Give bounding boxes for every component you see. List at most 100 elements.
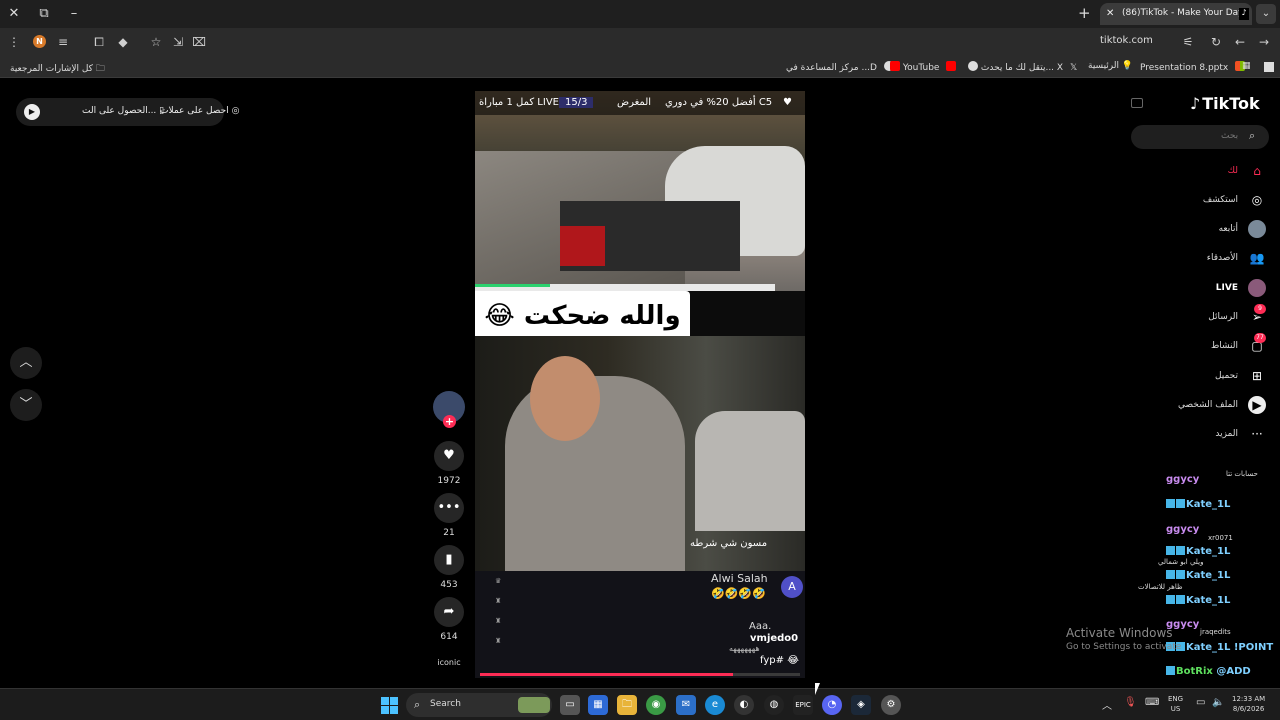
close-tab-icon[interactable]: ✕ (1106, 8, 1114, 19)
profile-avatar[interactable]: N (33, 35, 46, 48)
outlook-icon[interactable]: ✉ (676, 695, 696, 715)
like-button[interactable]: ♥ (434, 441, 464, 471)
search-placeholder: بحث (1221, 131, 1239, 141)
sidebar-item-more[interactable]: المزيد ··· (1130, 423, 1270, 447)
video-username[interactable]: vmjedo0 (750, 633, 798, 644)
address-bar[interactable]: tiktok.com (1100, 35, 1153, 46)
get-coins-link[interactable]: احصل على عملات ◎ (160, 106, 239, 116)
microphone-icon[interactable]: 🎙 (1124, 697, 1137, 708)
tab-search-icon[interactable]: ⌄ (1256, 4, 1276, 24)
compass-icon: ◎ (1251, 193, 1263, 207)
minimize-window-icon[interactable]: – (64, 4, 84, 24)
next-video-button[interactable]: ﹀ (10, 389, 42, 421)
sidebar-item-messages[interactable]: الرسائل ➢ 9 (1130, 304, 1270, 330)
translate-icon[interactable]: ⌧ (191, 34, 207, 50)
bulb-icon: 💡 (1121, 61, 1134, 71)
language-indicator[interactable]: ENG US (1168, 694, 1183, 714)
taskbar-search[interactable]: ⌕ Search (406, 693, 552, 717)
reading-list-icon[interactable]: ≡ (55, 34, 71, 50)
taskbar-clock[interactable]: 12:33 AM 8/6/2026 (1232, 694, 1265, 714)
sidebar-item-explore[interactable]: استكشف ◎ (1130, 189, 1270, 213)
extension-diamond-icon[interactable]: ◆ (115, 34, 131, 50)
tab-title: (86)TikTok - Make Your Day (1122, 8, 1244, 18)
chrome-icon[interactable]: ◉ (646, 695, 666, 715)
task-view-icon[interactable]: ▭ (560, 695, 580, 715)
follow-button[interactable]: + (443, 415, 456, 428)
globe-icon (968, 61, 978, 71)
settings-gear-icon[interactable]: ⚙ (881, 695, 901, 715)
sidebar-item-live[interactable]: LIVE (1130, 277, 1270, 301)
comment-button[interactable]: ••• (434, 493, 464, 523)
chat-row: Kate_1L (1166, 546, 1230, 557)
sound-label[interactable]: iconic (430, 658, 468, 667)
extensions-icon[interactable]: ⧠ (91, 34, 107, 50)
start-button[interactable] (381, 697, 398, 714)
forward-icon[interactable]: ← (1232, 34, 1248, 50)
chevron-down-icon: ﹀ (19, 397, 33, 412)
edge-icon[interactable]: e (705, 695, 725, 715)
share-icon: ➦ (443, 604, 455, 619)
search-highlight-image (518, 697, 550, 713)
sidebar-item-profile[interactable]: الملف الشخصي ▶ (1130, 394, 1270, 418)
profile-icon: ▶ (1248, 396, 1266, 414)
activity-badge: 77 (1254, 333, 1266, 343)
video-player[interactable]: كمل 1 مباراة LIVE 15/3 المغرض أفضل 20% ف… (475, 91, 805, 678)
sidebar-item-for-you[interactable]: لك ⌂ (1130, 160, 1270, 184)
epic-games-icon[interactable]: EPIC (793, 695, 813, 715)
sidebar-panel-icon[interactable] (1264, 62, 1274, 72)
tray-chevron-up-icon[interactable]: ︿ (1102, 697, 1112, 712)
tiktok-logo[interactable]: ♪ TikTok (1190, 94, 1260, 113)
get-app-link[interactable]: الحصول على الت... ▯ (82, 106, 164, 116)
browser-menu-icon[interactable]: ⋮ (6, 34, 22, 50)
silver-car (695, 411, 805, 531)
video-progress-bar[interactable] (480, 673, 800, 676)
close-window-icon[interactable]: ✕ (4, 4, 24, 24)
more-icon: ··· (1251, 427, 1263, 441)
bookmark-youtube[interactable]: YouTube (886, 61, 957, 73)
install-app-icon[interactable]: ⇲ (170, 34, 186, 50)
sidebar-item-friends[interactable]: الأصدقاء 👥 (1130, 247, 1270, 271)
steam-icon[interactable]: ◈ (851, 695, 871, 715)
bookmark-icon: ▮ (445, 552, 453, 567)
store-icon[interactable]: ▦ (588, 695, 608, 715)
bookmark-x[interactable]: يتقل لك ما يحدث... X 𝕏 (964, 61, 1077, 73)
restore-window-icon[interactable]: ⧉ (34, 4, 54, 24)
bookmark-star-icon[interactable]: ☆ (148, 34, 164, 50)
browser-tab-tiktok[interactable]: ✕ (86)TikTok - Make Your Day ♪ (1100, 3, 1252, 25)
back-icon[interactable]: → (1256, 34, 1272, 50)
reload-icon[interactable]: ↻ (1208, 34, 1224, 50)
previous-video-button[interactable]: ︿ (10, 347, 42, 379)
plus-square-icon: ⊞ (1251, 369, 1263, 383)
bookmark-presentation[interactable]: Presentation 8.pptx (1140, 61, 1246, 73)
tiktok-favicon-icon: ♪ (1239, 8, 1249, 20)
sidebar-item-activity[interactable]: النشاط ▢ 77 (1130, 333, 1270, 359)
promo-pill[interactable]: ▶ الحصول على الت... ▯ احصل على عملات ◎ (16, 98, 239, 126)
play-icon[interactable]: ▶ (24, 104, 40, 120)
site-settings-icon[interactable]: ⚟ (1180, 34, 1196, 50)
obs-icon[interactable]: ◍ (764, 695, 784, 715)
bookmark-home[interactable]: الرئيسية 💡 (1088, 61, 1133, 71)
apps-grid-icon[interactable]: ▦ (1242, 61, 1251, 71)
chat-message: Aaa. (749, 621, 772, 632)
share-button[interactable]: ➦ (434, 597, 464, 627)
sidebar-item-following[interactable]: أتابعه (1130, 218, 1270, 242)
video-hashtag[interactable]: fyp# 😂 (760, 655, 799, 666)
all-bookmarks-folder[interactable]: كل الإشارات المرجعية 🗀 (10, 61, 105, 77)
collapse-sidebar-icon[interactable] (1131, 98, 1143, 108)
chat-row: Kate_1L (1166, 499, 1230, 510)
discord-icon[interactable]: ◔ (822, 695, 842, 715)
network-icon[interactable]: ▭ (1196, 697, 1205, 708)
bookmark-help-center[interactable]: مركز المساعدة في ...D (786, 61, 894, 73)
overlay-emoji: 🤣🤣🤣🤣 (711, 587, 766, 600)
keyboard-icon[interactable]: ⌨ (1145, 697, 1159, 708)
volume-icon[interactable]: 🔈 (1212, 697, 1224, 708)
new-tab-icon[interactable]: + (1078, 4, 1091, 22)
sidebar-item-upload[interactable]: تحميل ⊞ (1130, 365, 1270, 389)
file-explorer-icon[interactable]: 🗀 (617, 695, 637, 715)
chat-line: ♛ (495, 577, 502, 585)
app-icon[interactable]: ◐ (734, 695, 754, 715)
save-button[interactable]: ▮ (434, 545, 464, 575)
search-input[interactable]: بحث ⌕ (1131, 125, 1269, 149)
streamer-head (530, 356, 600, 441)
search-icon[interactable]: ⌕ (1249, 129, 1255, 143)
